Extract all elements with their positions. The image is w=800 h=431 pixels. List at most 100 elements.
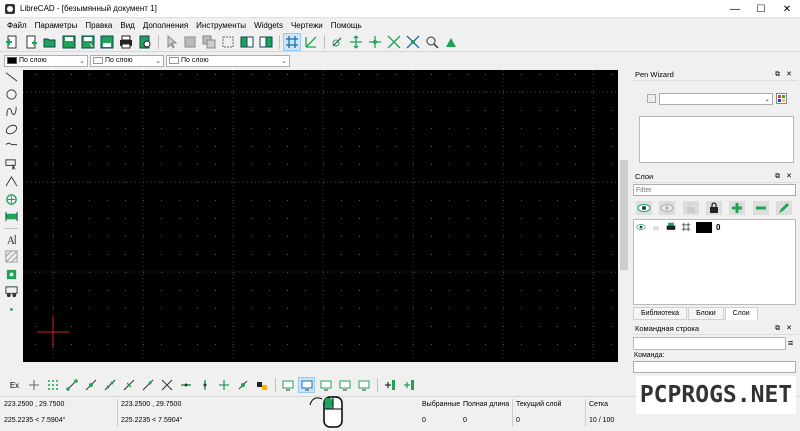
- export-button[interactable]: [98, 33, 116, 51]
- print-preview-button[interactable]: [136, 33, 154, 51]
- copy-button[interactable]: [200, 33, 218, 51]
- cut-button[interactable]: [181, 33, 199, 51]
- remove-layer-button[interactable]: [752, 201, 769, 215]
- layers-filter-input[interactable]: [633, 184, 796, 196]
- grid-icon[interactable]: [681, 222, 691, 232]
- snap-middle-button[interactable]: [120, 377, 137, 393]
- float-icon[interactable]: ⧉: [775, 325, 782, 332]
- new-button[interactable]: [3, 33, 21, 51]
- snap-intersection-button[interactable]: [158, 377, 175, 393]
- snap-on-entity-button[interactable]: [82, 377, 99, 393]
- menu-tools[interactable]: Инструменты: [192, 21, 250, 30]
- tool-block[interactable]: [2, 283, 20, 301]
- new-template-button[interactable]: [22, 33, 40, 51]
- tool-text[interactable]: A: [2, 231, 20, 249]
- pen-wizard-dropdown[interactable]: ⌄: [659, 93, 773, 105]
- restrict-horizontal-button[interactable]: [177, 377, 194, 393]
- snap-center-button[interactable]: [101, 377, 118, 393]
- menu-help[interactable]: Помощь: [327, 21, 366, 30]
- menu-widgets[interactable]: Widgets: [250, 21, 287, 30]
- snap-exclusive-button[interactable]: Ex: [6, 377, 23, 393]
- tool-measure[interactable]: [2, 208, 20, 226]
- tool-image[interactable]: [2, 266, 20, 284]
- layer-row[interactable]: 0: [634, 220, 795, 234]
- close-icon[interactable]: ✕: [786, 71, 794, 78]
- set-relative-zero-button[interactable]: [234, 377, 251, 393]
- tool-point[interactable]: [2, 301, 20, 319]
- close-icon[interactable]: ✕: [786, 173, 794, 180]
- restrict-vertical-button[interactable]: [196, 377, 213, 393]
- pen-width-select[interactable]: По слою ⌄: [90, 54, 164, 67]
- zoom-pan-button[interactable]: [442, 33, 460, 51]
- palette-icon[interactable]: [776, 93, 787, 104]
- tool-curve[interactable]: [2, 103, 20, 121]
- close-button[interactable]: ✕: [774, 0, 800, 18]
- tool-ellipse[interactable]: [2, 121, 20, 139]
- view-layout-1-button[interactable]: [279, 377, 296, 393]
- float-icon[interactable]: ⧉: [775, 71, 782, 78]
- pen-wizard-text-icon[interactable]: [647, 94, 656, 103]
- snap-distance-button[interactable]: [139, 377, 156, 393]
- menu-file[interactable]: Файл: [3, 21, 31, 30]
- unlock-icon[interactable]: [651, 222, 661, 232]
- order-back-button[interactable]: [257, 33, 275, 51]
- scrollbar-thumb[interactable]: [620, 160, 628, 270]
- drawing-canvas[interactable]: [23, 70, 618, 362]
- select-pointer-button[interactable]: [162, 33, 180, 51]
- unlock-all-layers-button[interactable]: [682, 201, 699, 215]
- float-icon[interactable]: ⧉: [775, 173, 782, 180]
- toggle-draft-button[interactable]: [302, 33, 320, 51]
- close-icon[interactable]: ✕: [786, 325, 794, 332]
- insert-block-button[interactable]: [381, 377, 398, 393]
- zoom-in-button[interactable]: [347, 33, 365, 51]
- view-layout-3-button[interactable]: [317, 377, 334, 393]
- tool-dimension[interactable]: [2, 173, 20, 191]
- tool-polyline[interactable]: [2, 138, 20, 156]
- tool-modify[interactable]: [2, 191, 20, 209]
- tab-layers[interactable]: Слои: [724, 307, 758, 320]
- eye-icon[interactable]: [636, 222, 646, 232]
- zoom-out-button[interactable]: [366, 33, 384, 51]
- zoom-window-button[interactable]: [423, 33, 441, 51]
- zoom-previous-button[interactable]: [404, 33, 422, 51]
- menu-plugins[interactable]: Дополнения: [139, 21, 192, 30]
- show-all-layers-button[interactable]: [636, 201, 653, 215]
- tool-select[interactable]: [2, 156, 20, 174]
- printer-icon[interactable]: [666, 222, 676, 232]
- open-button[interactable]: [41, 33, 59, 51]
- menu-options[interactable]: Параметры: [31, 21, 82, 30]
- snap-free-button[interactable]: [25, 377, 42, 393]
- command-input[interactable]: [633, 361, 796, 373]
- snap-endpoint-button[interactable]: [63, 377, 80, 393]
- edit-layer-button[interactable]: [775, 201, 792, 215]
- tool-hatch[interactable]: [2, 248, 20, 266]
- restrict-orthogonal-button[interactable]: [215, 377, 232, 393]
- hide-all-layers-button[interactable]: [659, 201, 676, 215]
- tool-circle[interactable]: [2, 86, 20, 104]
- save-as-button[interactable]: [79, 33, 97, 51]
- pen-color-select[interactable]: По слою ⌄: [4, 54, 88, 67]
- insert-block-alt-button[interactable]: [400, 377, 417, 393]
- add-layer-button[interactable]: [729, 201, 746, 215]
- print-button[interactable]: [117, 33, 135, 51]
- tab-library[interactable]: Библиотека: [633, 307, 688, 320]
- tab-blocks[interactable]: Блоки: [688, 307, 724, 320]
- view-layout-4-button[interactable]: [336, 377, 353, 393]
- lock-all-layers-button[interactable]: [705, 201, 722, 215]
- pen-linetype-select[interactable]: По слою ⌄: [166, 54, 290, 67]
- menu-edit[interactable]: Правка: [81, 21, 116, 30]
- menu-view[interactable]: Вид: [116, 21, 138, 30]
- canvas-vertical-scrollbar[interactable]: [619, 70, 629, 362]
- zoom-auto-button[interactable]: [385, 33, 403, 51]
- paste-button[interactable]: [219, 33, 237, 51]
- snap-grid-button[interactable]: [44, 377, 61, 393]
- layer-color-swatch[interactable]: [696, 221, 712, 233]
- minimize-button[interactable]: —: [722, 0, 748, 18]
- view-layout-2-button[interactable]: [298, 377, 315, 393]
- command-options-icon[interactable]: ≡: [788, 338, 793, 348]
- toggle-grid-button[interactable]: [283, 32, 301, 51]
- order-front-button[interactable]: [238, 33, 256, 51]
- tool-line[interactable]: [2, 68, 20, 86]
- redraw-button[interactable]: [328, 33, 346, 51]
- view-layout-5-button[interactable]: [355, 377, 372, 393]
